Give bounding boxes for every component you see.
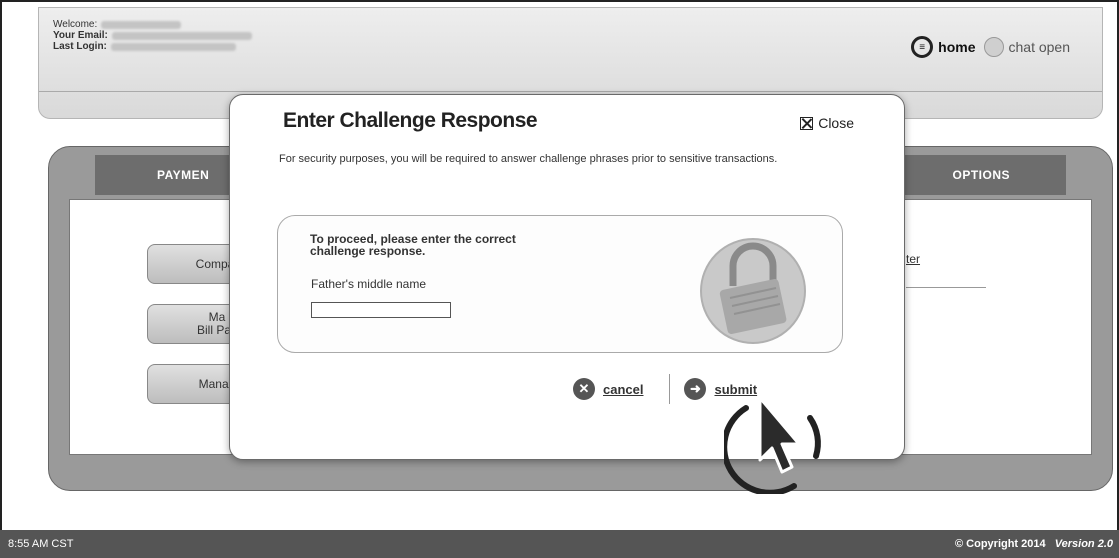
footer-version: Version 2.0 [1054,538,1113,550]
cursor-highlight-icon [724,396,821,494]
app-frame: Welcome: Your Email: Last Login: ≡ home … [0,0,1119,530]
close-label[interactable]: Close [818,115,854,131]
footer-copyright: © Copyright 2014 [955,538,1046,550]
tab-payments[interactable]: PAYMEN [157,168,209,182]
cancel-button[interactable]: ✕ cancel [573,378,643,400]
top-links: ≡ home chat open [911,36,1070,58]
chat-link[interactable]: chat open [1009,39,1071,55]
last-login-label: Last Login: [53,41,107,52]
welcome-label: Welcome: [53,19,98,30]
welcome-value-redacted [101,21,182,29]
cancel-label[interactable]: cancel [603,382,643,397]
footer-right: © Copyright 2014 Version 2.0 [955,538,1113,550]
dialog-title: Enter Challenge Response [283,109,538,132]
action-separator [669,374,671,404]
status-footer: 8:55 AM CST © Copyright 2014 Version 2.0 [0,530,1119,558]
challenge-instruction: To proceed, please enter the correct cha… [310,232,516,258]
challenge-answer-input[interactable] [311,302,451,318]
dialog-description: For security purposes, you will be requi… [279,153,778,165]
home-icon[interactable]: ≡ [911,36,934,58]
close-button[interactable]: Close [800,115,854,131]
right-link[interactable]: ter [906,252,920,266]
email-label: Your Email: [53,30,108,41]
padlock-icon [700,238,806,344]
close-box-icon[interactable] [800,116,814,130]
tab-options[interactable]: OPTIONS [952,168,1010,182]
challenge-question: Father's middle name [311,277,427,291]
right-divider [906,287,986,288]
last-login-value-redacted [110,43,236,51]
home-link[interactable]: home [938,39,975,55]
footer-time: 8:55 AM CST [8,538,74,550]
user-info: Welcome: Your Email: Last Login: [53,19,252,52]
challenge-box: To proceed, please enter the correct cha… [277,215,843,353]
email-value-redacted [111,32,252,40]
header-divider [39,91,1102,92]
x-circle-icon[interactable]: ✕ [573,378,595,400]
chat-icon[interactable] [983,37,1004,57]
arrow-circle-icon[interactable]: ➜ [684,378,707,400]
